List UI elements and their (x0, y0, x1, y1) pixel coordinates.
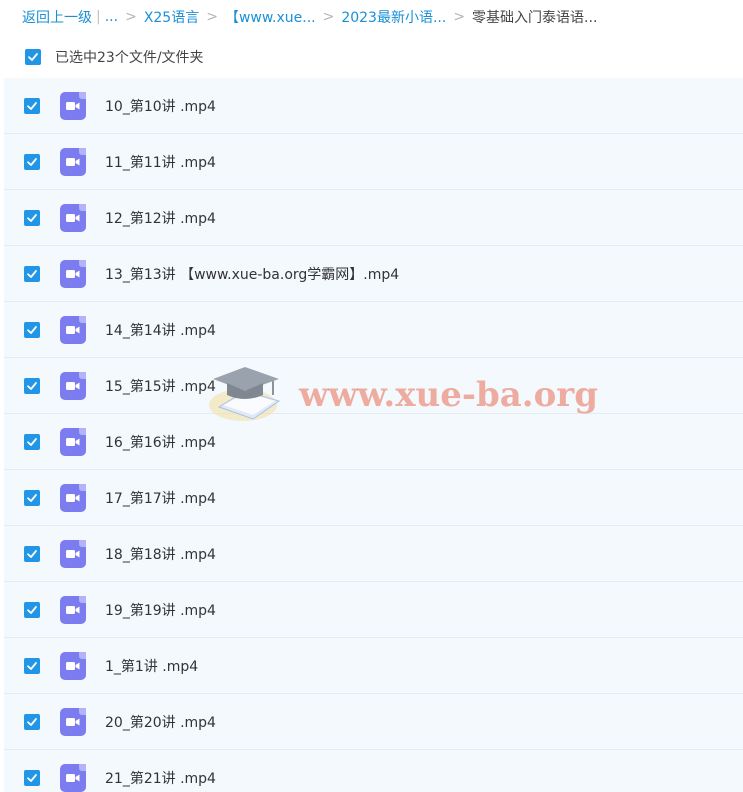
file-list: 10_第10讲 .mp4 11_第11讲 .mp4 12_第12讲 .mp4 13_第… (4, 78, 743, 792)
file-checkbox[interactable] (24, 489, 40, 506)
check-icon (27, 717, 37, 726)
file-row[interactable]: 10_第10讲 .mp4 (4, 78, 743, 134)
video-file-icon (60, 427, 86, 456)
breadcrumb-ellipsis[interactable]: ... (105, 9, 118, 25)
file-checkbox[interactable] (24, 769, 40, 786)
file-row[interactable]: 18_第18讲 .mp4 (4, 526, 743, 582)
file-checkbox[interactable] (24, 153, 40, 170)
file-name[interactable]: 12_第12讲 .mp4 (105, 208, 216, 228)
file-row[interactable]: 21_第21讲 .mp4 (4, 750, 743, 792)
file-row[interactable]: 14_第14讲 .mp4 (4, 302, 743, 358)
file-name[interactable]: 16_第16讲 .mp4 (105, 432, 216, 452)
check-icon (27, 549, 37, 558)
breadcrumb-item-x25[interactable]: X25语言 (144, 7, 199, 27)
file-checkbox[interactable] (24, 97, 40, 114)
file-row[interactable]: 16_第16讲 .mp4 (4, 414, 743, 470)
check-icon (27, 325, 37, 334)
check-icon (27, 661, 37, 670)
video-file-icon (60, 147, 86, 176)
file-row[interactable]: 11_第11讲 .mp4 (4, 134, 743, 190)
video-file-icon (60, 707, 86, 736)
file-row[interactable]: 19_第19讲 .mp4 (4, 582, 743, 638)
file-name[interactable]: 21_第21讲 .mp4 (105, 768, 216, 788)
file-checkbox[interactable] (24, 321, 40, 338)
check-icon (28, 53, 38, 61)
breadcrumb-separator: > (206, 9, 218, 25)
video-file-icon (60, 763, 86, 792)
breadcrumb-bar: | (96, 9, 101, 25)
breadcrumb-item-xueba[interactable]: 【www.xue... (225, 7, 316, 27)
file-name[interactable]: 20_第20讲 .mp4 (105, 712, 216, 732)
check-icon (27, 213, 37, 222)
file-name[interactable]: 19_第19讲 .mp4 (105, 600, 216, 620)
check-icon (27, 493, 37, 502)
file-name[interactable]: 10_第10讲 .mp4 (105, 96, 216, 116)
back-link[interactable]: 返回上一级 (22, 7, 92, 27)
file-name[interactable]: 11_第11讲 .mp4 (105, 152, 216, 172)
breadcrumb-separator: > (453, 9, 466, 25)
select-all-bar: 已选中23个文件/文件夹 (0, 38, 743, 76)
video-file-icon (60, 259, 86, 288)
file-row[interactable]: 17_第17讲 .mp4 (4, 470, 743, 526)
file-checkbox[interactable] (24, 545, 40, 562)
breadcrumb-item-2023[interactable]: 2023最新小语... (341, 7, 446, 27)
video-file-icon (60, 91, 86, 120)
check-icon (27, 437, 37, 446)
check-icon (27, 773, 37, 782)
file-checkbox[interactable] (24, 377, 40, 394)
file-row[interactable]: 20_第20讲 .mp4 (4, 694, 743, 750)
check-icon (27, 381, 37, 390)
file-name[interactable]: 1_第1讲 .mp4 (105, 656, 198, 676)
select-all-checkbox[interactable] (25, 49, 41, 65)
file-row[interactable]: 15_第15讲 .mp4 (4, 358, 743, 414)
file-checkbox[interactable] (24, 657, 40, 674)
file-checkbox[interactable] (24, 601, 40, 618)
breadcrumb-separator: > (322, 9, 335, 25)
check-icon (27, 101, 37, 110)
breadcrumb-current: 零基础入门泰语语... (472, 10, 598, 26)
video-file-icon (60, 315, 86, 344)
file-name[interactable]: 17_第17讲 .mp4 (105, 488, 216, 508)
file-name[interactable]: 15_第15讲 .mp4 (105, 376, 216, 396)
file-checkbox[interactable] (24, 433, 40, 450)
file-name[interactable]: 18_第18讲 .mp4 (105, 544, 216, 564)
file-row[interactable]: 1_第1讲 .mp4 (4, 638, 743, 694)
breadcrumb: 返回上一级 | ... > X25语言 > 【www.xue... > 2023… (22, 0, 737, 34)
file-checkbox[interactable] (24, 209, 40, 226)
video-file-icon (60, 203, 86, 232)
video-file-icon (60, 651, 86, 680)
video-file-icon (60, 371, 86, 400)
check-icon (27, 605, 37, 614)
file-row[interactable]: 12_第12讲 .mp4 (4, 190, 743, 246)
check-icon (27, 269, 37, 278)
breadcrumb-separator: > (125, 9, 137, 25)
selection-count: 已选中23个文件/文件夹 (55, 50, 204, 66)
file-row[interactable]: 13_第13讲 【www.xue-ba.org学霸网】.mp4 (4, 246, 743, 302)
file-checkbox[interactable] (24, 713, 40, 730)
video-file-icon (60, 595, 86, 624)
video-file-icon (60, 483, 86, 512)
file-checkbox[interactable] (24, 265, 40, 282)
video-file-icon (60, 539, 86, 568)
file-name[interactable]: 14_第14讲 .mp4 (105, 320, 216, 340)
file-name[interactable]: 13_第13讲 【www.xue-ba.org学霸网】.mp4 (105, 264, 399, 284)
check-icon (27, 157, 37, 166)
